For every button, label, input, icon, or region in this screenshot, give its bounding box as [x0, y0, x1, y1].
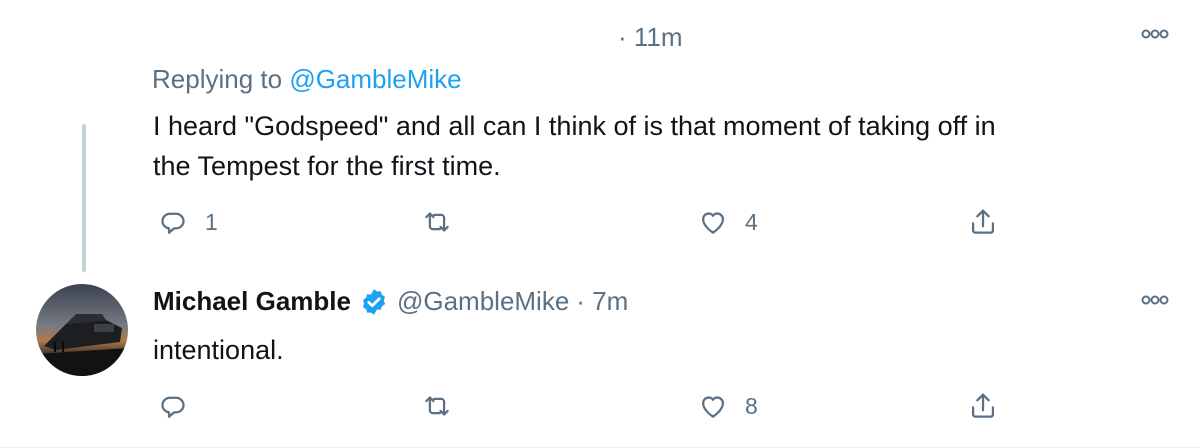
main-tweet[interactable]: Michael Gamble @GambleMike · 7m intentio…	[0, 272, 1200, 448]
reply-count: 1	[205, 208, 218, 235]
like-button[interactable]: 8	[696, 386, 758, 426]
verified-icon	[359, 287, 389, 317]
retweet-button[interactable]	[420, 202, 454, 242]
reply-button[interactable]	[156, 386, 190, 426]
like-count: 8	[745, 392, 758, 419]
tweet-text: I heard "Godspeed" and all can I think o…	[153, 106, 996, 186]
tweet-text: intentional.	[153, 335, 284, 365]
more-icon[interactable]	[1136, 20, 1174, 48]
tweet-timestamp[interactable]: · 7m	[576, 286, 628, 317]
reply-tweet[interactable]: · 11m Replying to @GambleMike I heard "G…	[0, 0, 1200, 272]
replying-to: Replying to @GambleMike	[152, 64, 462, 95]
like-icon	[701, 396, 725, 418]
retweet-icon	[425, 212, 449, 232]
tweet-timestamp[interactable]: · 11m	[618, 22, 683, 53]
like-button[interactable]: 4	[696, 202, 758, 242]
reply-button[interactable]: 1	[156, 202, 218, 242]
thread-connector-line	[82, 124, 86, 272]
share-icon	[971, 393, 995, 418]
reply-icon	[161, 396, 185, 418]
reply-icon	[161, 212, 185, 234]
like-count: 4	[745, 208, 758, 235]
tweet-header: Michael Gamble @GambleMike · 7m	[153, 286, 628, 317]
tweet-text-line: the Tempest for the first time.	[153, 151, 501, 181]
retweet-button[interactable]	[420, 386, 454, 426]
display-name[interactable]: Michael Gamble	[153, 286, 351, 317]
share-button[interactable]	[966, 202, 1000, 242]
replying-to-handle[interactable]: @GambleMike	[289, 64, 461, 94]
like-icon	[701, 212, 725, 234]
share-icon	[971, 209, 995, 234]
share-button[interactable]	[966, 386, 1000, 426]
retweet-icon	[425, 396, 449, 416]
user-handle[interactable]: @GambleMike	[397, 286, 569, 317]
replying-to-label: Replying to	[152, 64, 283, 94]
more-icon[interactable]	[1136, 286, 1174, 314]
tweet-text-line: I heard "Godspeed" and all can I think o…	[153, 111, 996, 141]
avatar[interactable]	[36, 284, 128, 376]
